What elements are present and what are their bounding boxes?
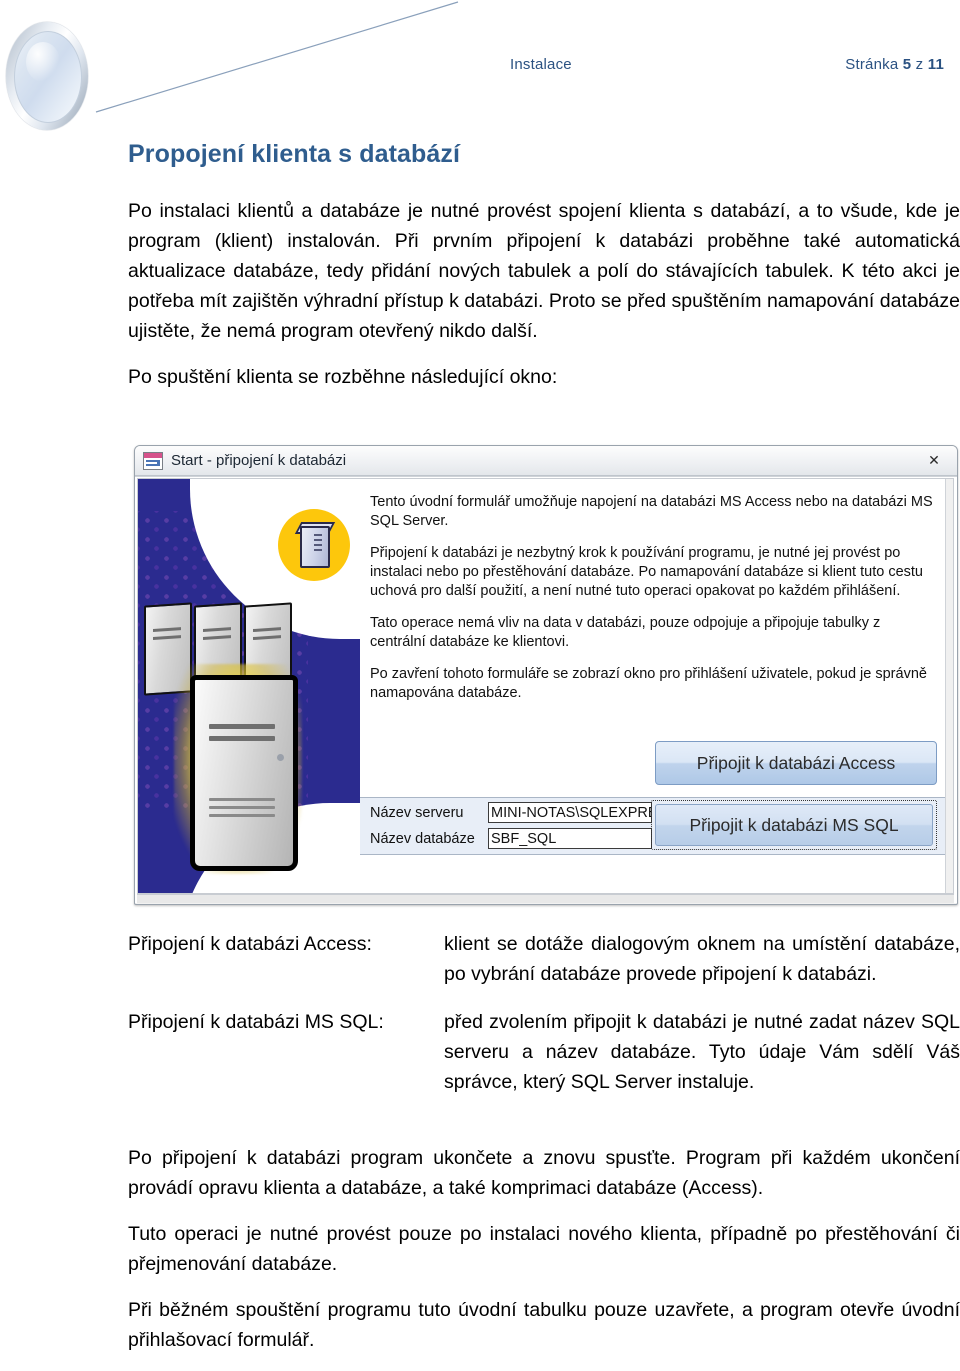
window-content: Tento úvodní formulář umožňuje napojení … bbox=[360, 479, 953, 893]
definition-description-mssql: před zvolením připojit k databázi je nut… bbox=[444, 1011, 960, 1093]
server-name-label: Název serveru bbox=[370, 804, 464, 821]
definition-row-access: Připojení k databázi Access: klient se d… bbox=[128, 929, 960, 989]
window-paragraph-1: Tento úvodní formulář umožňuje napojení … bbox=[370, 494, 933, 529]
definition-list: Připojení k databázi Access: klient se d… bbox=[128, 929, 960, 1115]
connect-access-button[interactable]: Připojit k databázi Access bbox=[655, 741, 937, 785]
server-name-input[interactable]: MINI-NOTAS\SQLEXPRESS bbox=[488, 802, 652, 823]
database-server-icon bbox=[278, 509, 350, 581]
server-tower-icon-main bbox=[190, 675, 298, 871]
header-page-number: Stránka 5 z 11 bbox=[845, 56, 944, 73]
logo-highlight bbox=[26, 42, 60, 82]
intro-paragraph-2: Po spuštění klienta se rozběhne následuj… bbox=[128, 366, 558, 388]
window-body: Tento úvodní formulář umožňuje napojení … bbox=[135, 476, 957, 903]
database-name-label: Název databáze bbox=[370, 830, 475, 847]
window-titlebar: Start - připojení k databázi ✕ bbox=[135, 446, 957, 476]
window-inner-frame: Tento úvodní formulář umožňuje napojení … bbox=[137, 478, 954, 894]
closing-section: Po připojení k databázi program ukončete… bbox=[128, 1143, 960, 1371]
window-title: Start - připojení k databázi bbox=[171, 452, 347, 469]
closing-paragraph-3: Při běžném spouštění programu tuto úvodn… bbox=[128, 1299, 960, 1351]
access-button-row: Připojit k databázi Access bbox=[655, 741, 937, 785]
database-name-row: Název databáze SBF_SQL bbox=[370, 827, 652, 850]
vertical-scrollbar[interactable] bbox=[945, 479, 953, 893]
window-paragraph-2: Připojení k databázi je nezbytný krok k … bbox=[370, 545, 923, 599]
ellipse-disc-logo bbox=[6, 22, 94, 134]
connect-mssql-button-focus-ring: Připojit k databázi MS SQL bbox=[651, 800, 937, 850]
intro-section: Po instalaci klientů a databáze je nutné… bbox=[128, 196, 960, 408]
definition-row-mssql: Připojení k databázi MS SQL: před zvolen… bbox=[128, 1007, 960, 1097]
window-footer-strip bbox=[137, 894, 954, 903]
closing-paragraph-2: Tuto operaci je nutné provést pouze po i… bbox=[128, 1223, 960, 1275]
intro-paragraph-1: Po instalaci klientů a databáze je nutné… bbox=[128, 200, 960, 342]
page-title: Propojení klienta s databází bbox=[128, 139, 461, 168]
definition-term-mssql: Připojení k databázi MS SQL: bbox=[128, 1011, 384, 1033]
header-diagonal-rule bbox=[95, 1, 459, 113]
connect-mssql-button[interactable]: Připojit k databázi MS SQL bbox=[655, 804, 933, 846]
page-header: Instalace Stránka 5 z 11 bbox=[0, 0, 960, 130]
window-paragraph-3: Tato operace nemá vliv na data v databáz… bbox=[370, 615, 881, 650]
page-total: 11 bbox=[927, 56, 944, 73]
sql-fields-group: Název serveru MINI-NOTAS\SQLEXPRESS Náze… bbox=[370, 801, 652, 853]
window-paragraph-4: Po zavření tohoto formuláře se zobrazí o… bbox=[370, 666, 927, 701]
closing-paragraph-1: Po připojení k databázi program ukončete… bbox=[128, 1147, 960, 1199]
page-current: 5 bbox=[902, 56, 912, 73]
page-mid: z bbox=[911, 56, 928, 73]
access-form-icon bbox=[143, 451, 163, 470]
header-document-title: Instalace bbox=[510, 56, 572, 73]
definition-description-access: klient se dotáže dialogovým oknem na umí… bbox=[444, 933, 960, 985]
page-label-prefix: Stránka bbox=[845, 56, 903, 73]
screenshot-app-window: Start - připojení k databázi ✕ Tento úvo… bbox=[134, 445, 958, 905]
database-name-input[interactable]: SBF_SQL bbox=[488, 828, 652, 849]
definition-term-access: Připojení k databázi Access: bbox=[128, 933, 372, 955]
close-icon[interactable]: ✕ bbox=[919, 451, 949, 471]
server-name-row: Název serveru MINI-NOTAS\SQLEXPRESS bbox=[370, 801, 652, 824]
